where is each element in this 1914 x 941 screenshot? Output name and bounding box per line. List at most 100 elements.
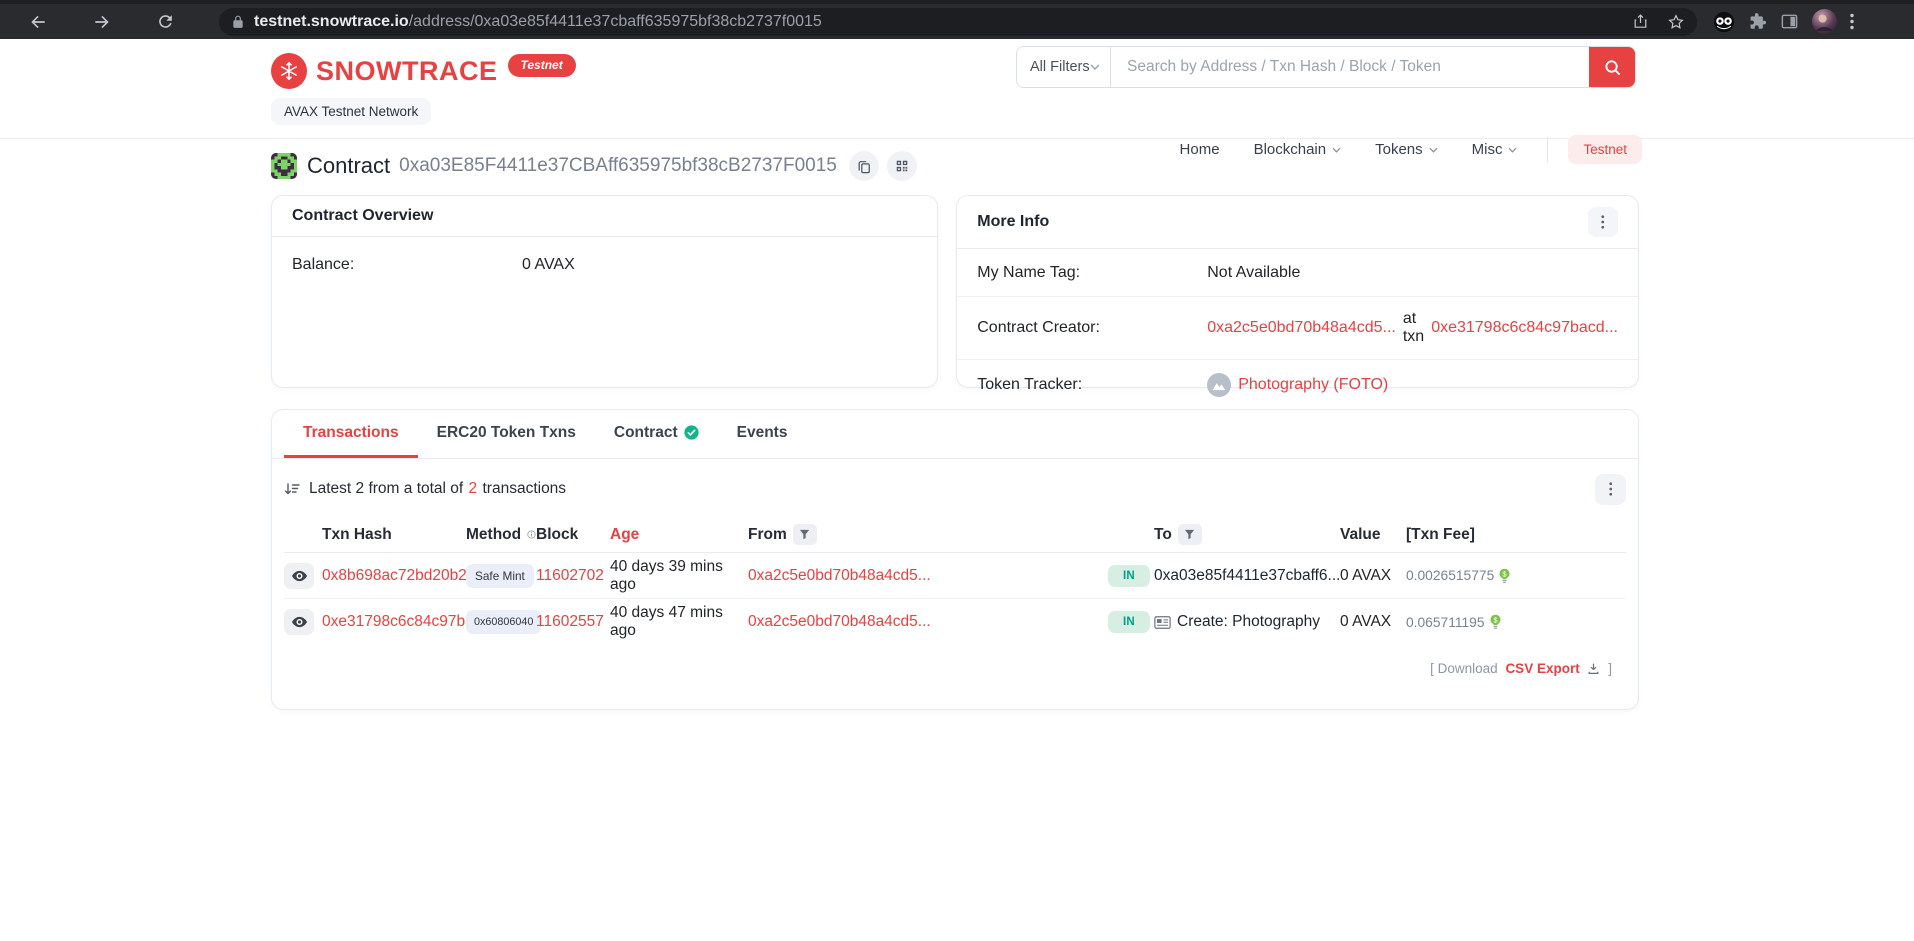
nav-testnet-switch[interactable]: Testnet (1568, 135, 1642, 164)
url-text: testnet.snowtrace.io/address/0xa03e85f44… (254, 13, 822, 31)
main-nav: Home Blockchain Tokens Misc Testnet (1180, 135, 1642, 164)
kebab-menu-icon (1850, 13, 1854, 30)
browser-menu-button[interactable] (1850, 13, 1854, 30)
brand-testnet-badge: Testnet (508, 54, 576, 77)
share-button[interactable] (1632, 13, 1649, 30)
page-title-type: Contract (307, 153, 390, 179)
name-tag-label: My Name Tag: (977, 264, 1207, 282)
col-block: Block (536, 526, 610, 544)
download-icon (1587, 662, 1600, 675)
tab-events[interactable]: Events (718, 410, 807, 458)
nav-blockchain[interactable]: Blockchain (1254, 141, 1342, 158)
download-suffix: ] (1608, 661, 1612, 676)
method-badge: Safe Mint (466, 564, 534, 588)
tab-contract[interactable]: Contract (595, 410, 718, 458)
forward-icon (92, 12, 112, 32)
nav-misc[interactable]: Misc (1472, 141, 1518, 158)
star-icon (1667, 13, 1685, 31)
from-address-link[interactable]: 0xa2c5e0bd70b48a4cd5... (748, 613, 931, 630)
funnel-icon (1184, 529, 1195, 540)
balance-label: Balance: (292, 256, 522, 274)
chevron-down-icon (1090, 64, 1100, 70)
transactions-card: Transactions ERC20 Token Txns Contract E… (271, 409, 1639, 710)
search-input[interactable] (1111, 47, 1589, 87)
search-button[interactable] (1589, 47, 1635, 87)
age-text: 40 days 39 mins ago (610, 558, 723, 593)
browser-forward-button[interactable] (92, 12, 112, 32)
back-icon (28, 12, 48, 32)
browser-address-bar[interactable]: testnet.snowtrace.io/address/0xa03e85f44… (219, 8, 1697, 36)
col-value: Value (1340, 526, 1406, 544)
bookmark-button[interactable] (1667, 13, 1685, 31)
owl-extension-icon (1713, 11, 1735, 33)
balance-value: 0 AVAX (522, 256, 575, 274)
table-row: 0x8b698ac72bd20b2a64... Safe Mint 116027… (284, 553, 1626, 599)
nav-tokens[interactable]: Tokens (1375, 141, 1438, 158)
site-header: SNOWTRACE Testnet AVAX Testnet Network A… (0, 39, 1914, 139)
eye-icon (292, 570, 307, 582)
overview-card-title: Contract Overview (292, 207, 433, 225)
avatar (1812, 9, 1837, 34)
to-filter-button[interactable] (1178, 524, 1202, 545)
summary-suffix: transactions (482, 480, 566, 497)
side-panel-button[interactable] (1780, 12, 1799, 31)
txn-summary: Latest 2 from a total of 2 transactions (284, 480, 566, 498)
transactions-menu-button[interactable] (1595, 474, 1626, 505)
view-txn-details-button[interactable] (284, 563, 314, 589)
copy-address-button[interactable] (849, 151, 879, 181)
funnel-icon (799, 529, 810, 540)
direction-badge: IN (1108, 611, 1150, 633)
contract-overview-card: Contract Overview Balance: 0 AVAX (271, 195, 938, 388)
browser-profile-button[interactable] (1812, 9, 1837, 34)
block-link[interactable]: 11602702 (536, 567, 604, 584)
creator-address-link[interactable]: 0xa2c5e0bd70b48a4cd5... (1207, 319, 1396, 337)
direction-badge: IN (1108, 565, 1150, 587)
col-to: To (1154, 526, 1172, 544)
url-path: /address/0xa03e85f4411e37cbaff635975bf38… (409, 13, 822, 30)
from-filter-button[interactable] (793, 524, 817, 545)
creation-txn-link[interactable]: 0xe31798c6c84c97bacd... (1431, 319, 1618, 337)
kebab-menu-icon (1601, 215, 1605, 229)
col-age[interactable]: Age (610, 526, 748, 544)
col-txn-fee: [Txn Fee] (1406, 526, 1626, 544)
summary-count: 2 (469, 480, 478, 497)
extensions-button[interactable] (1748, 12, 1767, 31)
puzzle-icon (1748, 12, 1767, 31)
txn-fee-text: 0.065711195 (1406, 615, 1485, 630)
to-address: 0xa03e85f4411e37cbaff6... (1154, 567, 1340, 585)
chevron-down-icon (1508, 147, 1517, 153)
network-label: AVAX Testnet Network (271, 98, 431, 125)
kebab-menu-icon (1609, 482, 1613, 496)
token-tracker-link[interactable]: Photography (FOTO) (1238, 376, 1388, 394)
lock-icon (231, 15, 245, 29)
name-tag-value: Not Available (1207, 264, 1300, 282)
txn-fee-text: 0.0026515775 (1406, 568, 1494, 583)
csv-export-link[interactable]: CSV Export (1505, 661, 1579, 676)
col-txn-hash: Txn Hash (322, 526, 466, 544)
age-text: 40 days 47 mins ago (610, 604, 723, 639)
url-domain: testnet.snowtrace.io (254, 13, 409, 30)
browser-reload-button[interactable] (156, 12, 175, 31)
wallet-extension-button[interactable] (1713, 11, 1735, 33)
search-filter-label: All Filters (1030, 59, 1090, 75)
search-filter-select[interactable]: All Filters (1017, 47, 1111, 87)
tab-erc20-token-txns[interactable]: ERC20 Token Txns (418, 410, 595, 458)
search-bar: All Filters (1016, 46, 1636, 88)
more-info-card: More Info My Name Tag: Not Available Con… (956, 195, 1639, 388)
gas-price-bulb-icon: $ (1489, 614, 1502, 630)
block-link[interactable]: 11602557 (536, 613, 604, 630)
qr-code-button[interactable] (887, 151, 917, 181)
copy-icon (857, 159, 871, 174)
summary-prefix: Latest 2 from a total of (309, 480, 463, 497)
token-logo-icon (1207, 373, 1231, 397)
tab-transactions[interactable]: Transactions (284, 410, 418, 458)
from-address-link[interactable]: 0xa2c5e0bd70b48a4cd5... (748, 567, 931, 584)
more-info-menu-button[interactable] (1588, 207, 1618, 237)
side-panel-icon (1780, 12, 1799, 31)
brand-logo[interactable]: SNOWTRACE Testnet (271, 53, 576, 89)
browser-back-button[interactable] (28, 12, 48, 32)
chevron-down-icon (1332, 147, 1341, 153)
nav-home[interactable]: Home (1180, 141, 1220, 158)
creator-joiner-text: at txn (1403, 310, 1424, 346)
view-txn-details-button[interactable] (284, 609, 314, 635)
